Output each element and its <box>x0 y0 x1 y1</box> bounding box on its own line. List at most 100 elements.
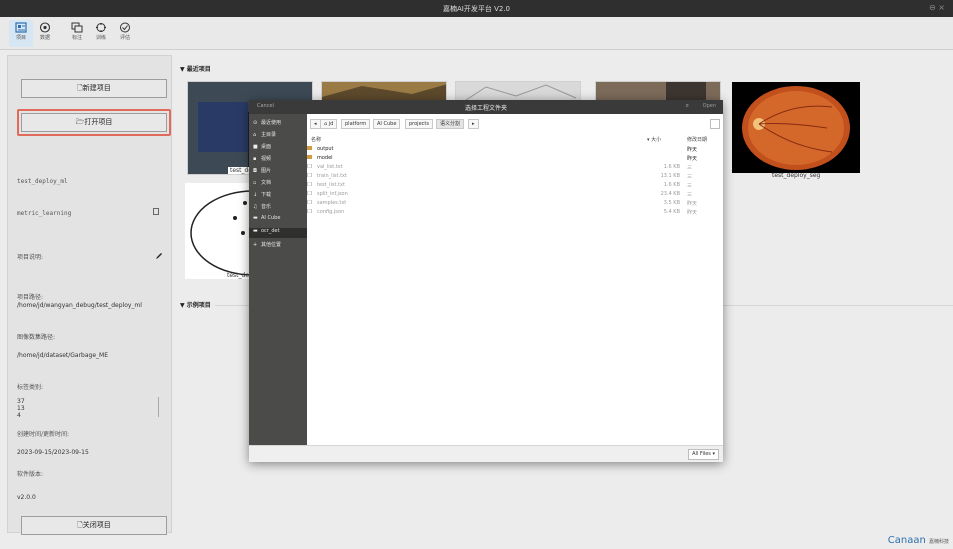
recent-project-card[interactable] <box>732 82 860 173</box>
example-projects-header[interactable]: ▼ 示例项目 <box>180 300 211 309</box>
document-icon: ▫ <box>253 180 257 186</box>
category-value: 13 <box>17 405 25 412</box>
project-list-item[interactable]: test_deploy_ml <box>17 178 68 185</box>
folder-icon <box>307 155 312 159</box>
breadcrumb-jd[interactable]: ⌂ jd <box>320 119 338 129</box>
video-icon: ▪ <box>253 156 257 162</box>
sidebar-item-home[interactable]: ⌂ 主目录 <box>253 131 276 141</box>
column-modified[interactable]: 修改日期 <box>687 136 707 143</box>
breadcrumb-projects[interactable]: projects <box>405 119 433 129</box>
desktop-icon: ■ <box>253 144 258 150</box>
file-name: output <box>317 146 334 152</box>
file-modified: 昨天 <box>687 201 698 207</box>
recent-project-card[interactable] <box>321 81 447 101</box>
dates-value: 2023-09-15/2023-09-15 <box>17 449 89 456</box>
file-row[interactable]: output 昨天 <box>307 146 723 153</box>
file-name: model <box>317 155 333 161</box>
file-row[interactable]: config.json 5.4 KB 昨天 <box>307 208 723 216</box>
category-scrollbar[interactable] <box>158 397 159 417</box>
sidebar-item-label: ocr_det <box>261 228 280 234</box>
sidebar-item-ai-cube[interactable]: ▬ AI Cube <box>253 215 280 225</box>
text-file-icon <box>307 172 312 178</box>
toolbar-data-button[interactable]: 数据 <box>33 20 57 47</box>
text-file-icon <box>307 163 312 169</box>
version-label: 软件版本: <box>17 471 44 478</box>
sidebar-item-label: 其他位置 <box>261 242 282 248</box>
toolbar: 项目 数据 标注 训练 评估 <box>0 17 953 50</box>
file-name: config.json <box>317 209 345 215</box>
window-title: 嘉楠AI开发平台 V2.0 <box>443 5 510 13</box>
plus-icon: + <box>253 242 258 248</box>
file-row[interactable]: split_inf.json 23.4 KB 三 <box>307 190 723 198</box>
category-value: 4 <box>17 412 21 419</box>
dataset-label: 图像数集路径: <box>17 334 56 341</box>
file-row[interactable]: model 昨天 <box>307 155 723 162</box>
music-icon: ♫ <box>253 204 258 210</box>
close-project-button[interactable]: 🗋关闭项目 <box>21 516 167 535</box>
column-name[interactable]: 名称 <box>311 136 321 143</box>
breadcrumb-ai-cube[interactable]: AI Cube <box>373 119 401 129</box>
brand-name: Canaan <box>887 535 926 546</box>
recent-projects-header[interactable]: ▼ 最近项目 <box>180 64 211 73</box>
dialog-header: Cancel 选择工程文件夹 ⌕ Open <box>249 100 723 114</box>
file-size: 5.4 KB <box>663 209 680 215</box>
breadcrumb-platform[interactable]: platform <box>341 119 371 129</box>
sidebar-item-label: 视频 <box>261 156 272 162</box>
file-row[interactable]: test_list.txt 1.6 KB 三 <box>307 181 723 189</box>
sidebar-item-label: 下载 <box>261 192 272 198</box>
sidebar-item-desktop[interactable]: ■ 桌面 <box>253 143 271 153</box>
file-size: 23.4 KB <box>660 191 680 197</box>
clock-icon: ⊙ <box>253 120 258 126</box>
version-value: v2.0.0 <box>17 494 36 501</box>
search-icon[interactable]: ⌕ <box>686 102 689 110</box>
breadcrumb-back-button[interactable]: ◂ <box>310 119 321 129</box>
sidebar-item-music[interactable]: ♫ 音乐 <box>253 203 271 213</box>
sidebar-item-label: 主目录 <box>261 132 277 138</box>
toolbar-label-data: 数据 <box>39 35 50 41</box>
download-icon: ↓ <box>253 192 258 198</box>
window-controls[interactable]: ⊖ × <box>929 3 945 12</box>
text-file-icon <box>307 181 312 187</box>
sidebar-item-ocr-det[interactable]: ▬ ocr_det <box>249 228 307 238</box>
home-icon: ⌂ <box>253 132 257 138</box>
column-size[interactable]: ▾ 大小 <box>647 136 661 143</box>
toolbar-project-button[interactable]: 项目 <box>9 20 33 47</box>
sidebar-item-videos[interactable]: ▪ 视频 <box>253 155 271 165</box>
file-modified: 三 <box>687 183 693 189</box>
edit-pencil-icon[interactable] <box>155 252 163 260</box>
recent-project-card[interactable] <box>455 81 581 101</box>
project-list-item[interactable]: metric_learning <box>17 210 71 217</box>
dates-label: 创建时间/更新时间: <box>17 431 70 438</box>
sidebar-item-pictures[interactable]: ◘ 图片 <box>253 167 271 177</box>
sidebar-item-label: 桌面 <box>261 144 272 150</box>
file-modified: 三 <box>687 174 693 180</box>
path-value: /home/jd/wangyan_debug/test_deploy_ml <box>17 302 142 309</box>
categories-label: 标签类别: <box>17 384 44 391</box>
new-project-button[interactable]: 🗋新建项目 <box>21 79 167 98</box>
file-modified: 三 <box>687 165 693 171</box>
sidebar-item-label: 图片 <box>261 168 272 174</box>
toolbar-train-button[interactable]: 训练 <box>89 20 113 47</box>
breadcrumb-current[interactable]: 语义分割 <box>436 119 465 129</box>
toolbar-annotate-button[interactable]: 标注 <box>65 20 89 47</box>
recent-project-card[interactable] <box>595 81 721 101</box>
breadcrumb-forward-button[interactable]: ▸ <box>468 119 479 129</box>
file-row[interactable]: train_list.txt 13.1 KB 三 <box>307 172 723 180</box>
sidebar-item-documents[interactable]: ▫ 文档 <box>253 179 271 189</box>
document-icon[interactable] <box>153 208 159 215</box>
file-row[interactable]: samples.txt 3.5 KB 昨天 <box>307 199 723 207</box>
path-label: 项目路径: <box>17 294 44 301</box>
toolbar-evaluate-button[interactable]: 评估 <box>113 20 137 47</box>
open-project-button[interactable]: 🗁打开项目 <box>21 113 167 132</box>
file-row[interactable]: val_list.txt 1.6 KB 三 <box>307 163 723 171</box>
toolbar-label-annotate: 标注 <box>71 35 82 41</box>
sidebar-item-recent[interactable]: ⊙ 最近使用 <box>253 119 281 129</box>
open-button[interactable]: Open <box>703 103 716 109</box>
text-file-icon <box>307 199 312 205</box>
sidebar-item-downloads[interactable]: ↓ 下载 <box>253 191 271 201</box>
dialog-title: 选择工程文件夹 <box>464 105 507 112</box>
file-type-filter[interactable]: All Files ▾ <box>688 449 719 460</box>
file-name: samples.txt <box>317 200 347 206</box>
new-folder-button[interactable] <box>710 119 720 129</box>
sidebar-item-other-locations[interactable]: + 其他位置 <box>253 241 281 251</box>
